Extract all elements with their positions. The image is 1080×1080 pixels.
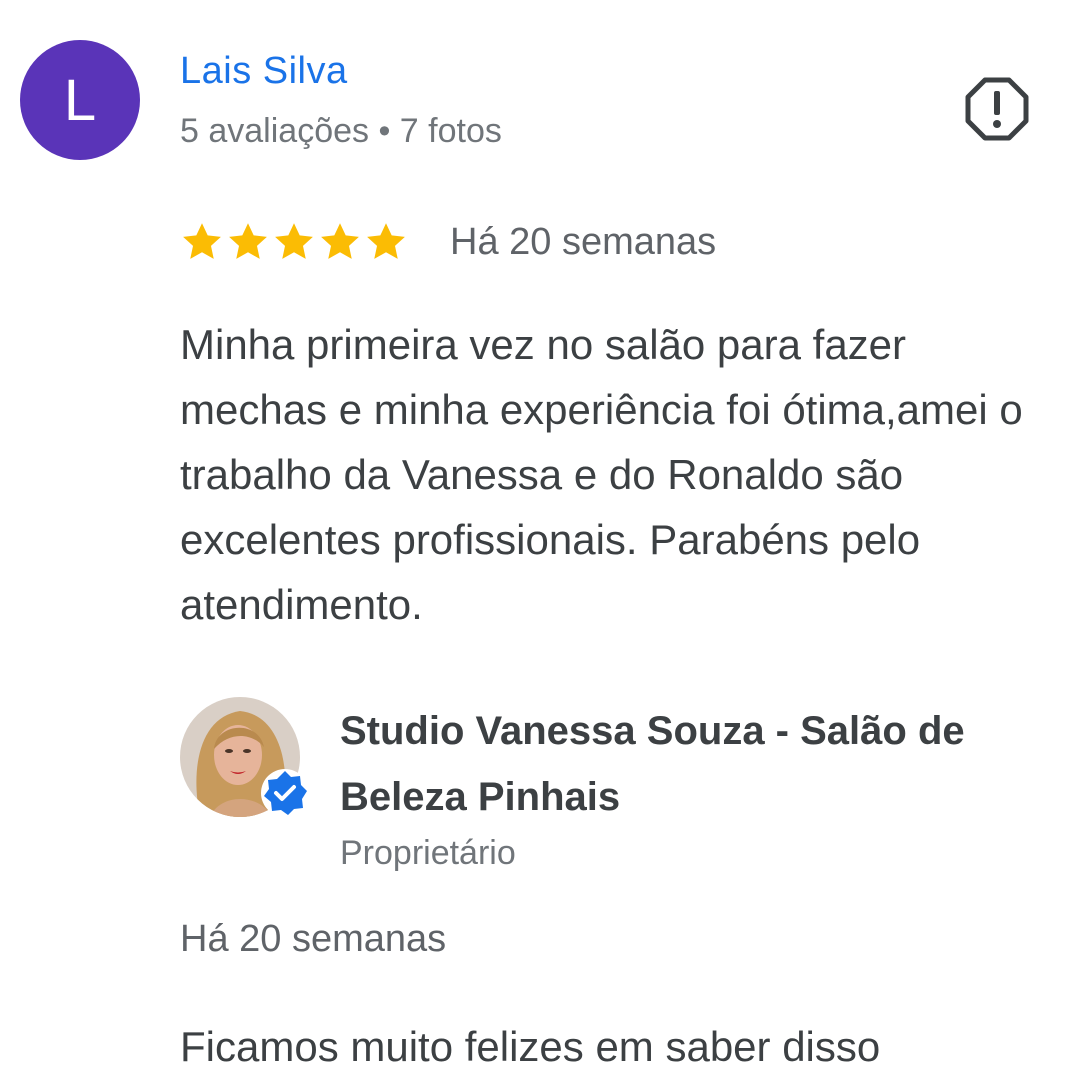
report-button[interactable] <box>964 76 1030 142</box>
owner-name[interactable]: Studio Vanessa Souza - Salão de Beleza P… <box>340 698 1060 830</box>
review-text: Minha primeira vez no salão para fazer m… <box>180 321 1023 628</box>
star-icon <box>229 223 267 259</box>
report-icon <box>965 77 1029 141</box>
reply-text: Ficamos muito felizes em saber disso <box>180 1023 881 1070</box>
rating-row: Há 20 semanas <box>180 214 716 270</box>
reply-date: Há 20 semanas <box>180 918 447 960</box>
star-icon <box>321 223 359 259</box>
star-icon <box>183 223 221 259</box>
reviewer-avatar-letter: L <box>63 67 97 133</box>
reviewer-avatar[interactable]: L <box>20 40 140 160</box>
star-rating <box>180 220 408 264</box>
verified-badge-icon <box>261 769 309 817</box>
owner-role: Proprietário <box>340 834 516 872</box>
star-icon <box>367 223 405 259</box>
reviewer-name[interactable]: Lais Silva <box>180 50 348 93</box>
star-icon <box>275 223 313 259</box>
review-date: Há 20 semanas <box>450 220 717 263</box>
reviewer-meta: 5 avaliações • 7 fotos <box>180 112 502 150</box>
